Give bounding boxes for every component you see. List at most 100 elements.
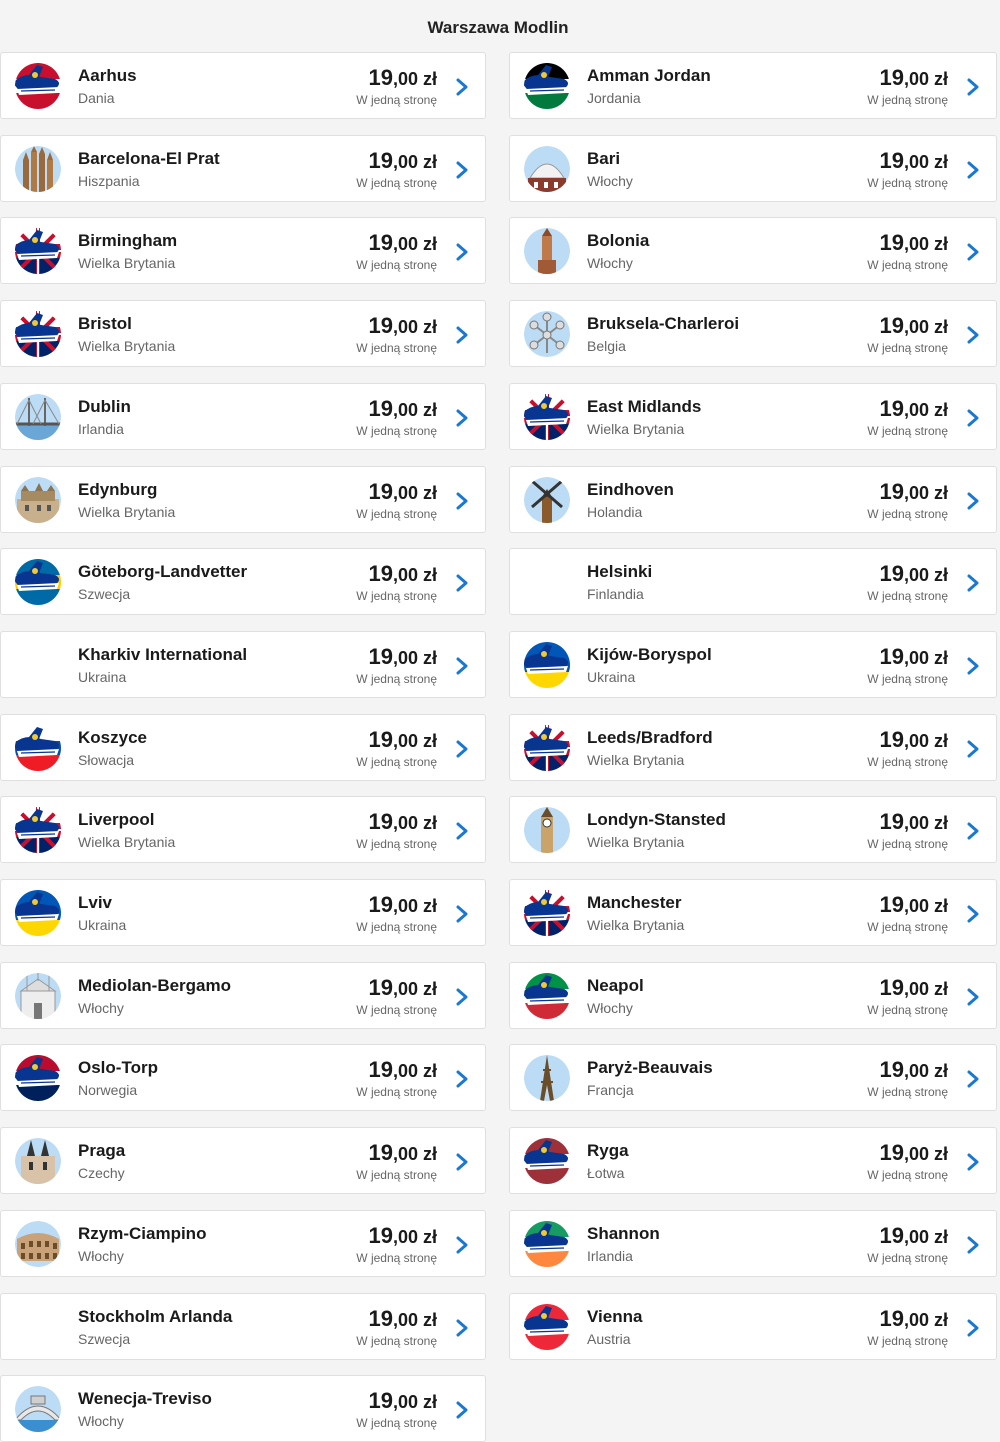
destination-card[interactable]: Liverpool Wielka Brytania 19,00 zł W jed…	[0, 796, 486, 863]
destination-card[interactable]: Paryż-Beauvais Francja 19,00 zł W jedną …	[509, 1044, 997, 1111]
destination-card[interactable]: Oslo-Torp Norwegia 19,00 zł W jedną stro…	[0, 1044, 486, 1111]
chevron-right-icon[interactable]	[455, 987, 469, 1007]
chevron-right-icon[interactable]	[966, 904, 980, 924]
chevron-right-icon[interactable]	[966, 739, 980, 759]
destination-name: Edynburg	[78, 480, 158, 499]
destination-name: Koszyce	[78, 728, 147, 747]
chevron-right-icon[interactable]	[455, 1069, 469, 1089]
destination-name: Lviv	[78, 893, 113, 912]
destination-name: Liverpool	[78, 810, 155, 829]
destination-card[interactable]: Dublin Irlandia 19,00 zł W jedną stronę	[0, 383, 486, 450]
chevron-right-icon[interactable]	[455, 491, 469, 511]
chevron-right-icon[interactable]	[966, 77, 980, 97]
destination-card[interactable]: Praga Czechy 19,00 zł W jedną stronę	[0, 1127, 486, 1194]
one-way-label: W jedną stronę	[356, 93, 437, 107]
destination-name: Oslo-Torp	[78, 1058, 158, 1077]
windmill-icon	[524, 477, 570, 523]
chevron-right-icon[interactable]	[966, 408, 980, 428]
chevron-right-icon[interactable]	[966, 1152, 980, 1172]
cathedral-icon	[15, 973, 61, 1019]
destination-name: Eindhoven	[587, 480, 674, 499]
destination-name: Bristol	[78, 314, 132, 333]
chevron-right-icon[interactable]	[966, 325, 980, 345]
chevron-right-icon[interactable]	[966, 1235, 980, 1255]
destination-card[interactable]: Bari Włochy 19,00 zł W jedną stronę	[509, 135, 997, 202]
destination-card[interactable]: Wenecja-Treviso Włochy 19,00 zł W jedną …	[0, 1375, 486, 1442]
destination-card[interactable]: Eindhoven Holandia 19,00 zł W jedną stro…	[509, 466, 997, 533]
price: 19,00 zł	[879, 1223, 948, 1248]
chevron-right-icon[interactable]	[966, 242, 980, 262]
chevron-right-icon[interactable]	[455, 408, 469, 428]
one-way-label: W jedną stronę	[356, 1416, 437, 1430]
destination-card[interactable]: Bristol Wielka Brytania 19,00 zł W jedną…	[0, 300, 486, 367]
destination-card[interactable]: Bruksela-Charleroi Belgia 19,00 zł W jed…	[509, 300, 997, 367]
chevron-right-icon[interactable]	[455, 325, 469, 345]
rialto-bridge-icon	[15, 1386, 61, 1432]
price: 19,00 zł	[879, 561, 948, 586]
chevron-right-icon[interactable]	[966, 821, 980, 841]
destination-card[interactable]: Neapol Włochy 19,00 zł W jedną stronę	[509, 962, 997, 1029]
destination-card[interactable]: Helsinki Finlandia 19,00 zł W jedną stro…	[509, 548, 997, 615]
destination-card[interactable]: Londyn-Stansted Wielka Brytania 19,00 zł…	[509, 796, 997, 863]
destination-card[interactable]: Ryga Łotwa 19,00 zł W jedną stronę	[509, 1127, 997, 1194]
destination-card[interactable]: East Midlands Wielka Brytania 19,00 zł W…	[509, 383, 997, 450]
destination-card[interactable]: Leeds/Bradford Wielka Brytania 19,00 zł …	[509, 714, 997, 781]
one-way-label: W jedną stronę	[867, 93, 948, 107]
destination-card[interactable]: Rzym-Ciampino Włochy 19,00 zł W jedną st…	[0, 1210, 486, 1277]
destination-country: Irlandia	[78, 421, 124, 437]
plane-flag-lv	[524, 1138, 570, 1184]
destination-country: Ukraina	[78, 917, 127, 933]
destination-card[interactable]: Bolonia Włochy 19,00 zł W jedną stronę	[509, 217, 997, 284]
chevron-right-icon[interactable]	[455, 904, 469, 924]
destination-card[interactable]: Mediolan-Bergamo Włochy 19,00 zł W jedną…	[0, 962, 486, 1029]
one-way-label: W jedną stronę	[867, 507, 948, 521]
chevron-right-icon[interactable]	[966, 573, 980, 593]
plane-flag-ie	[524, 1221, 570, 1267]
destination-country: Słowacja	[78, 752, 135, 768]
destination-card[interactable]: Birmingham Wielka Brytania 19,00 zł W je…	[0, 217, 486, 284]
chevron-right-icon[interactable]	[455, 1400, 469, 1420]
chevron-right-icon[interactable]	[455, 656, 469, 676]
chevron-right-icon[interactable]	[966, 491, 980, 511]
chevron-right-icon[interactable]	[455, 1318, 469, 1338]
plane-flag-sk	[15, 725, 61, 771]
price: 19,00 zł	[879, 1057, 948, 1082]
price: 19,00 zł	[368, 230, 437, 255]
destination-name: Bari	[587, 149, 621, 168]
plane-flag-uk	[15, 807, 61, 853]
chevron-right-icon[interactable]	[966, 987, 980, 1007]
destination-card[interactable]: Manchester Wielka Brytania 19,00 zł W je…	[509, 879, 997, 946]
destination-card[interactable]: Aarhus Dania 19,00 zł W jedną stronę	[0, 52, 486, 119]
destination-card[interactable]: Kharkiv International Ukraina 19,00 zł W…	[0, 631, 486, 698]
chevron-right-icon[interactable]	[455, 242, 469, 262]
chevron-right-icon[interactable]	[966, 656, 980, 676]
destination-country: Szwecja	[78, 1331, 131, 1347]
chevron-right-icon[interactable]	[966, 1318, 980, 1338]
bridge-icon	[15, 394, 61, 440]
chevron-right-icon[interactable]	[455, 1152, 469, 1172]
destination-card[interactable]: Koszyce Słowacja 19,00 zł W jedną stronę	[0, 714, 486, 781]
destination-country: Belgia	[587, 338, 626, 354]
destination-card[interactable]: Barcelona-El Prat Hiszpania 19,00 zł W j…	[0, 135, 486, 202]
destination-country: Jordania	[587, 90, 641, 106]
chevron-right-icon[interactable]	[455, 821, 469, 841]
chevron-right-icon[interactable]	[455, 77, 469, 97]
destination-card[interactable]: Stockholm Arlanda Szwecja 19,00 zł W jed…	[0, 1293, 486, 1360]
destination-card[interactable]: Kijów-Boryspol Ukraina 19,00 zł W jedną …	[509, 631, 997, 698]
chevron-right-icon[interactable]	[966, 1069, 980, 1089]
plane-flag-ua	[15, 890, 61, 936]
chevron-right-icon[interactable]	[455, 573, 469, 593]
plane-flag-jo	[524, 63, 570, 109]
chevron-right-icon[interactable]	[455, 739, 469, 759]
price: 19,00 zł	[879, 479, 948, 504]
chevron-right-icon[interactable]	[455, 160, 469, 180]
chevron-right-icon[interactable]	[966, 160, 980, 180]
destination-card[interactable]: Vienna Austria 19,00 zł W jedną stronę	[509, 1293, 997, 1360]
destination-card[interactable]: Amman Jordan Jordania 19,00 zł W jedną s…	[509, 52, 997, 119]
chevron-right-icon[interactable]	[455, 1235, 469, 1255]
destination-card[interactable]: Shannon Irlandia 19,00 zł W jedną stronę	[509, 1210, 997, 1277]
destination-name: Aarhus	[78, 66, 137, 85]
destination-card[interactable]: Edynburg Wielka Brytania 19,00 zł W jedn…	[0, 466, 486, 533]
destination-card[interactable]: Göteborg-Landvetter Szwecja 19,00 zł W j…	[0, 548, 486, 615]
destination-card[interactable]: Lviv Ukraina 19,00 zł W jedną stronę	[0, 879, 486, 946]
